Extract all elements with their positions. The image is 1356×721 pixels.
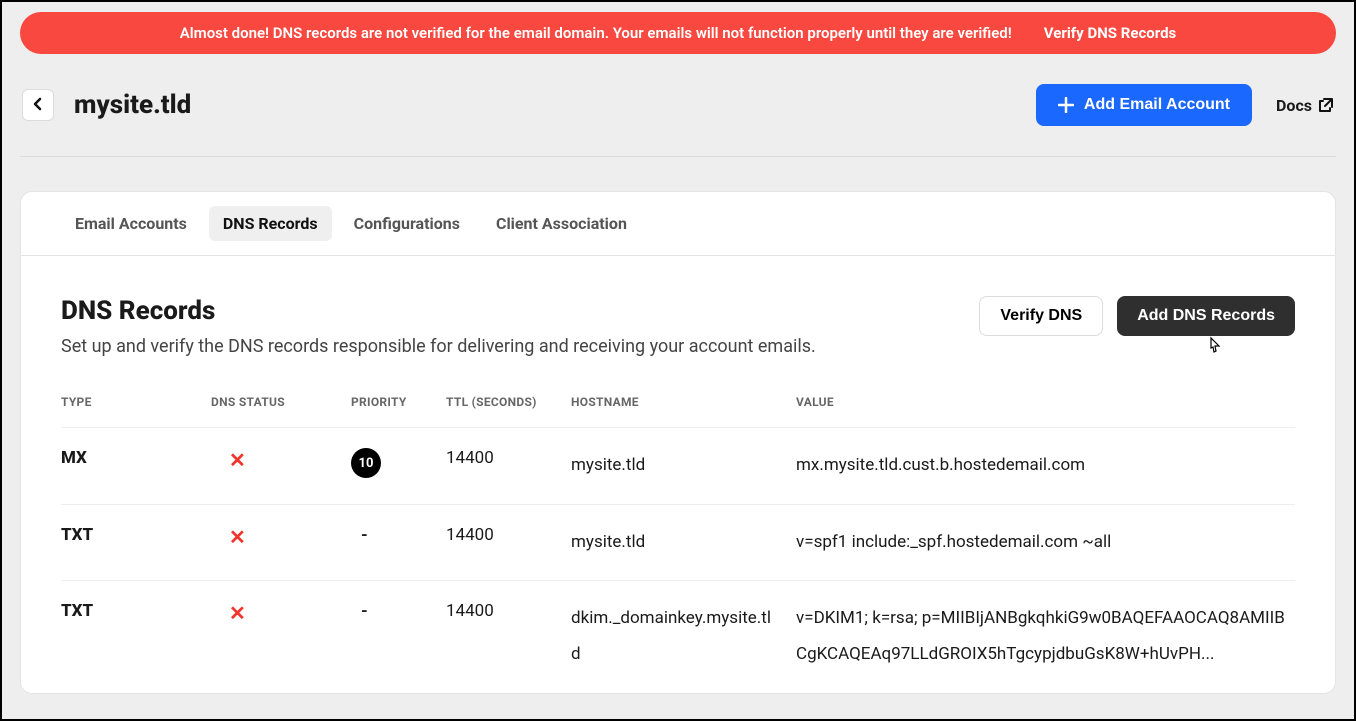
external-link-icon [1318, 97, 1334, 113]
col-status: DNS STATUS [211, 381, 351, 428]
table-row: TXT ✕ -14400dkim._domainkey.mysite.tldv=DK… [61, 581, 1295, 693]
cell-ttl: 14400 [446, 504, 571, 581]
tab-dns-records[interactable]: DNS Records [209, 206, 332, 241]
dns-records-table: TYPE DNS STATUS PRIORITY TTL (SECONDS) H… [61, 381, 1295, 693]
page-title: mysite.tld [74, 90, 1036, 120]
x-icon: ✕ [229, 601, 246, 625]
priority-badge: 10 [351, 448, 381, 478]
add-email-account-button[interactable]: Add Email Account [1036, 84, 1252, 126]
cell-value: v=spf1 include:_spf.hostedemail.com ~all [796, 504, 1295, 581]
content-card: Email Accounts DNS Records Configuration… [20, 191, 1336, 694]
chevron-left-icon [33, 95, 43, 116]
dns-section: DNS Records Set up and verify the DNS re… [21, 256, 1335, 693]
section-title: DNS Records [61, 296, 816, 326]
tab-client-association[interactable]: Client Association [482, 206, 641, 241]
cell-status: ✕ [211, 581, 351, 693]
alert-message: Almost done! DNS records are not verifie… [180, 24, 1012, 42]
col-hostname: HOSTNAME [571, 381, 796, 428]
verify-dns-button[interactable]: Verify DNS [979, 296, 1103, 336]
cell-hostname: dkim._domainkey.mysite.tld [571, 581, 796, 693]
x-icon: ✕ [229, 448, 246, 472]
cell-priority: - [351, 504, 446, 581]
tab-configurations[interactable]: Configurations [340, 206, 474, 241]
cell-hostname: mysite.tld [571, 428, 796, 505]
cell-ttl: 14400 [446, 428, 571, 505]
cell-hostname: mysite.tld [571, 504, 796, 581]
col-type: TYPE [61, 381, 211, 428]
tabs: Email Accounts DNS Records Configuration… [21, 192, 1335, 256]
back-button[interactable] [22, 89, 54, 121]
docs-link[interactable]: Docs [1276, 96, 1334, 115]
cell-priority: - [351, 581, 446, 693]
tab-email-accounts[interactable]: Email Accounts [61, 206, 201, 241]
cell-status: ✕ [211, 504, 351, 581]
col-ttl: TTL (SECONDS) [446, 381, 571, 428]
cell-value: v=DKIM1; k=rsa; p=MIIBIjANBgkqhkiG9w0BAQ… [796, 581, 1295, 693]
x-icon: ✕ [229, 525, 246, 549]
cell-status: ✕ [211, 428, 351, 505]
alert-verify-link[interactable]: Verify DNS Records [1044, 24, 1176, 42]
page-header: mysite.tld Add Email Account Docs [20, 54, 1336, 157]
col-value: VALUE [796, 381, 1295, 428]
cell-type: TXT [61, 581, 211, 693]
section-description: Set up and verify the DNS records respon… [61, 336, 816, 357]
plus-icon [1058, 97, 1074, 113]
col-priority: PRIORITY [351, 381, 446, 428]
docs-label: Docs [1276, 96, 1312, 115]
cell-type: MX [61, 428, 211, 505]
cell-value: mx.mysite.tld.cust.b.hostedemail.com [796, 428, 1295, 505]
cell-type: TXT [61, 504, 211, 581]
dns-verify-alert: Almost done! DNS records are not verifie… [20, 12, 1336, 54]
cursor-pointer-icon [1205, 336, 1225, 365]
add-email-label: Add Email Account [1084, 96, 1230, 114]
table-row: MX ✕ 10 14400mysite.tldmx.mysite.tld.cust.b… [61, 428, 1295, 505]
cell-priority: 10 [351, 428, 446, 505]
cell-ttl: 14400 [446, 581, 571, 693]
add-dns-records-button[interactable]: Add DNS Records [1117, 296, 1295, 336]
table-row: TXT ✕ -14400mysite.tldv=spf1 include:_spf.… [61, 504, 1295, 581]
